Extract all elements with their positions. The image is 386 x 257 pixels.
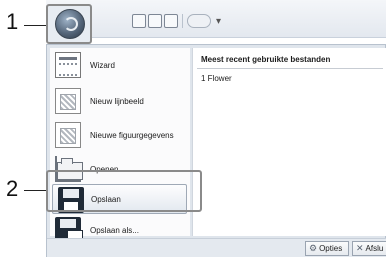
recent-files-title: Meest recent gebruikte bestanden bbox=[201, 55, 331, 64]
application-button[interactable] bbox=[55, 9, 85, 39]
close-icon: ✕ bbox=[356, 243, 364, 253]
new-figure-data-icon bbox=[55, 122, 81, 148]
menu-item-label: Opslaan als... bbox=[90, 225, 139, 235]
menu-item-label: Nieuw lijnbeeld bbox=[90, 96, 144, 106]
callout-number-1: 1 bbox=[6, 9, 19, 34]
title-bar: ▾ bbox=[46, 0, 386, 38]
menu-item-label: Wizard bbox=[90, 60, 115, 70]
menu-item-new-figure-data[interactable]: Nieuwe figuurgegevens bbox=[50, 120, 190, 150]
menu-bottom-bar: ⚙ Opties ✕ Afslu bbox=[47, 238, 386, 257]
wizard-icon bbox=[55, 52, 81, 78]
save-callout-frame bbox=[46, 170, 202, 212]
menu-item-wizard[interactable]: Wizard bbox=[50, 50, 190, 80]
open-file-icon[interactable] bbox=[148, 14, 162, 28]
application-menu: Wizard Nieuw lijnbeeld Nieuwe figuurgege… bbox=[46, 44, 386, 257]
recent-files-panel: Meest recent gebruikte bestanden 1 Flowe… bbox=[192, 48, 386, 236]
toolbar-separator bbox=[182, 14, 183, 28]
callout-number-2: 2 bbox=[6, 176, 19, 201]
exit-button[interactable]: ✕ Afslu bbox=[352, 241, 386, 256]
options-button-label: Opties bbox=[319, 244, 343, 253]
application-logo-icon bbox=[64, 17, 78, 31]
menu-item-label: Nieuwe figuurgegevens bbox=[90, 130, 174, 140]
recent-file-item[interactable]: 1 Flower bbox=[201, 74, 232, 83]
quick-access-toolbar: ▾ bbox=[132, 12, 221, 30]
gear-icon: ⚙ bbox=[309, 243, 318, 253]
callout-line-1 bbox=[24, 25, 46, 26]
customize-toolbar-icon[interactable]: ▾ bbox=[216, 16, 221, 27]
new-line-image-icon bbox=[55, 88, 81, 114]
menu-item-new-line-image[interactable]: Nieuw lijnbeeld bbox=[50, 86, 190, 116]
new-file-icon[interactable] bbox=[132, 14, 146, 28]
exit-button-label: Afslu bbox=[365, 244, 384, 253]
callout-line-2 bbox=[24, 190, 46, 191]
recent-files-divider bbox=[197, 68, 383, 69]
save-file-icon[interactable] bbox=[164, 14, 178, 28]
options-button[interactable]: ⚙ Opties bbox=[305, 241, 349, 256]
application-button-frame bbox=[46, 4, 92, 44]
undo-redo-icon[interactable] bbox=[187, 14, 211, 28]
